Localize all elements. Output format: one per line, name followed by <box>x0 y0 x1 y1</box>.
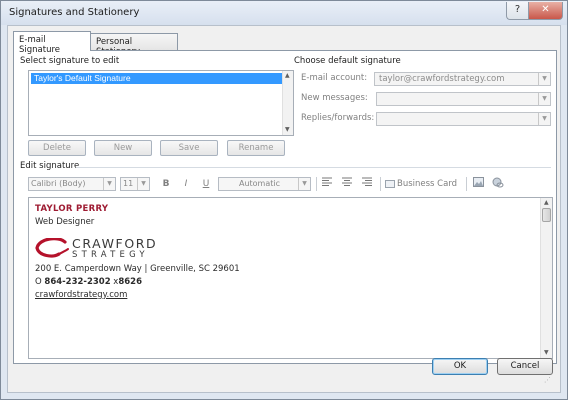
edit-signature-divider <box>76 167 551 168</box>
signature-phone: O 864-232-2302 x8626 <box>35 277 142 287</box>
chevron-down-icon: ▼ <box>298 178 310 190</box>
save-button[interactable]: Save <box>160 140 218 156</box>
bold-button[interactable]: B <box>159 177 173 191</box>
font-select[interactable]: Calibri (Body) ▼ <box>28 177 116 191</box>
chevron-down-icon: ▼ <box>137 178 149 190</box>
delete-button[interactable]: Delete <box>28 140 86 156</box>
align-center-icon[interactable] <box>340 177 354 191</box>
crawford-strategy-logo: CRAWFORD STRATEGY <box>35 236 185 266</box>
new-messages-label: New messages: <box>301 93 368 103</box>
new-messages-select[interactable]: ▼ <box>376 92 551 106</box>
default-signature-label: Choose default signature <box>294 56 401 66</box>
new-button[interactable]: New <box>94 140 152 156</box>
phone-prefix: O <box>35 277 45 287</box>
editor-scrollbar[interactable]: ▲ ▼ <box>540 198 552 358</box>
font-value: Calibri (Body) <box>31 179 86 188</box>
toolbar-separator <box>466 177 467 191</box>
tab-email-signature-label: E-mail Signature <box>19 35 61 55</box>
insert-picture-icon[interactable] <box>471 177 485 191</box>
business-card-button[interactable]: Business Card <box>385 177 461 191</box>
help-button[interactable]: ? <box>506 2 528 20</box>
replies-forwards-label: Replies/forwards: <box>301 113 375 123</box>
signature-role: Web Designer <box>35 217 95 227</box>
email-signature-panel: Select signature to edit Taylor's Defaul… <box>13 50 557 364</box>
select-signature-label: Select signature to edit <box>20 56 120 66</box>
insert-hyperlink-icon[interactable] <box>491 177 505 191</box>
align-left-icon[interactable] <box>320 177 334 191</box>
align-right-icon[interactable] <box>360 177 374 191</box>
logo-text-strategy: STRATEGY <box>72 250 149 260</box>
italic-button[interactable]: I <box>179 177 193 191</box>
rename-button[interactable]: Rename <box>227 140 285 156</box>
signature-list[interactable]: Taylor's Default Signature ▲ ▼ <box>28 70 294 136</box>
edit-signature-label: Edit signature <box>20 161 80 171</box>
scroll-up-icon[interactable]: ▲ <box>544 200 550 206</box>
phone-ext: 8626 <box>118 277 143 287</box>
business-card-icon <box>385 179 395 188</box>
signature-editor[interactable]: TAYLOR PERRY Web Designer CRAWFORD STRAT… <box>28 197 553 359</box>
underline-button[interactable]: U <box>199 177 213 191</box>
tab-email-signature[interactable]: E-mail Signature <box>13 31 91 55</box>
dialog-client: E-mail Signature Personal Stationery Sel… <box>7 25 561 393</box>
cancel-button[interactable]: Cancel <box>497 358 553 375</box>
logo-text-crawford: CRAWFORD <box>72 236 158 251</box>
signature-address: 200 E. Camperdown Way | Greenville, SC 2… <box>35 264 240 274</box>
chevron-down-icon: ▼ <box>538 93 550 105</box>
chevron-down-icon: ▼ <box>103 178 115 190</box>
font-size-value: 11 <box>123 179 134 188</box>
chevron-down-icon: ▼ <box>538 113 550 125</box>
email-account-value: taylor@crawfordstrategy.com <box>379 74 505 84</box>
signature-list-scrollbar[interactable]: ▲ ▼ <box>282 71 293 135</box>
title-bar: Signatures and Stationery ? ✕ <box>1 1 567 25</box>
signature-name: TAYLOR PERRY <box>35 204 109 214</box>
signature-list-item[interactable]: Taylor's Default Signature <box>31 73 283 84</box>
scroll-down-icon[interactable]: ▼ <box>544 350 550 356</box>
crawford-logo-mark <box>35 238 69 258</box>
editor-scroll-thumb[interactable] <box>542 208 551 222</box>
email-account-label: E-mail account: <box>301 73 368 83</box>
signature-website-link[interactable]: crawfordstrategy.com <box>35 290 127 300</box>
tab-personal-stationery[interactable]: Personal Stationery <box>90 33 178 57</box>
close-button[interactable]: ✕ <box>528 2 563 20</box>
toolbar-separator <box>380 177 381 191</box>
font-size-select[interactable]: 11 ▼ <box>120 177 150 191</box>
signatures-dialog: Signatures and Stationery ? ✕ E-mail Sig… <box>0 0 568 400</box>
font-color-select[interactable]: Automatic ▼ <box>218 177 311 191</box>
ok-button[interactable]: OK <box>432 358 488 375</box>
phone-main: 864-232-2302 <box>44 277 111 287</box>
replies-forwards-select[interactable]: ▼ <box>376 112 551 126</box>
scroll-down-icon[interactable]: ▼ <box>285 127 291 133</box>
chevron-down-icon: ▼ <box>538 73 550 85</box>
scroll-up-icon[interactable]: ▲ <box>285 73 291 79</box>
email-account-select[interactable]: taylor@crawfordstrategy.com ▼ <box>374 72 551 86</box>
font-color-value: Automatic <box>238 179 281 188</box>
dialog-title: Signatures and Stationery <box>9 7 140 18</box>
business-card-label: Business Card <box>397 179 458 189</box>
toolbar-separator <box>316 177 317 191</box>
resize-grip-icon[interactable]: ⋰ <box>544 376 551 384</box>
